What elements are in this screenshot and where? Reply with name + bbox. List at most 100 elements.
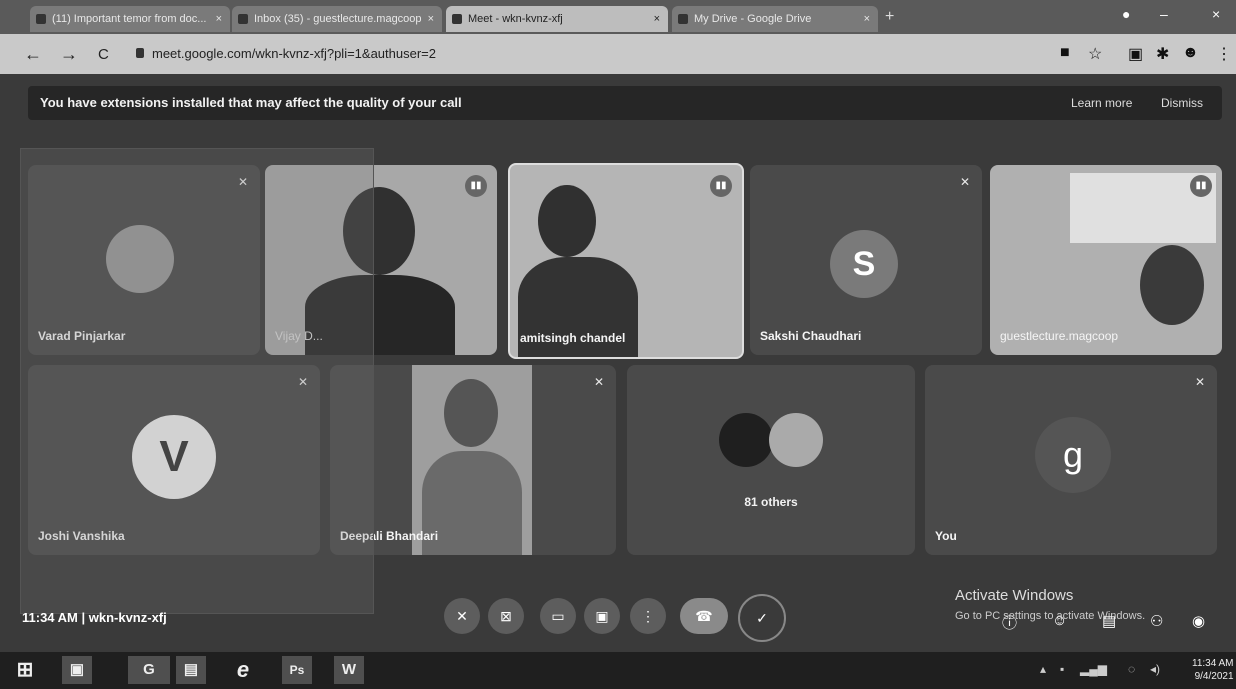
captions-icon: ▭ <box>551 608 565 624</box>
tab-label: Inbox (35) - guestlecture.magcoop <box>254 13 422 25</box>
camera-icon[interactable]: ■ <box>1060 44 1070 62</box>
menu-icon[interactable]: ⋮ <box>1216 44 1232 64</box>
address-bar-row: ← → C meet.google.com/wkn-kvnz-xfj?pli=1… <box>0 34 1236 74</box>
meet-icon <box>452 14 462 24</box>
minimize-icon[interactable]: – <box>1160 6 1168 22</box>
participant-head <box>444 379 498 447</box>
participant-name: amitsingh chandel <box>520 331 626 345</box>
meeting-details: 11:34 AM | wkn-kvnz-xfj <box>22 610 167 625</box>
chrome-icon[interactable]: G <box>128 656 170 684</box>
tab-label: Meet - wkn-kvnz-xfj <box>468 13 563 25</box>
browser-tab-4[interactable]: My Drive - Google Drive × <box>672 6 878 32</box>
avatar <box>719 413 773 467</box>
forward-button[interactable]: → <box>60 44 78 65</box>
word-icon[interactable]: W <box>334 656 364 684</box>
avatar <box>769 413 823 467</box>
participant-tile[interactable]: S ✕ Sakshi Chaudhari <box>750 165 982 355</box>
mic-off-icon: ✕ <box>959 175 970 189</box>
volume-icon[interactable]: ◂) <box>1150 662 1160 676</box>
tray-app-icon[interactable]: ▪ <box>1060 662 1064 676</box>
mic-off-icon: ✕ <box>1194 375 1205 389</box>
participant-tile[interactable]: ▮▮ guestlecture.magcoop <box>990 165 1222 355</box>
avatar: g <box>1035 417 1111 493</box>
puzzle-icon[interactable]: ✱ <box>1156 44 1169 64</box>
profile-dot-icon[interactable]: ● <box>1122 6 1130 22</box>
browser-tab-1[interactable]: (11) Important temor from doc... × <box>30 6 230 32</box>
more-options-button[interactable]: ⋮ <box>630 598 666 634</box>
banner-message: You have extensions installed that may a… <box>40 95 462 110</box>
ie-icon[interactable]: e <box>228 656 258 684</box>
activate-windows-subtitle: Go to PC settings to activate Windows. <box>955 610 1146 622</box>
speaking-indicator-icon: ▮▮ <box>710 175 732 197</box>
phone-hangup-icon: ☎ <box>695 608 713 624</box>
camera-off-icon: ⊠ <box>500 608 512 624</box>
gmail-icon <box>238 14 248 24</box>
overlay-window <box>20 148 374 614</box>
chat-icon[interactable]: ▤ <box>1102 612 1116 630</box>
captions-button[interactable]: ▭ <box>540 598 576 634</box>
close-window-icon[interactable]: × <box>1212 6 1220 22</box>
signal-icon[interactable]: ▂▄▆ <box>1080 662 1107 676</box>
clock-date: 9/4/2021 <box>1194 671 1234 682</box>
participant-name: Sakshi Chaudhari <box>760 329 862 343</box>
browser-tab-bar: (11) Important temor from doc... × Inbox… <box>0 0 1236 34</box>
activate-windows-title: Activate Windows <box>955 587 1074 604</box>
dismiss-button[interactable]: Dismiss <box>1161 96 1203 110</box>
speaking-indicator-icon: ▮▮ <box>465 175 487 197</box>
participant-name: You <box>935 529 957 543</box>
url-field[interactable]: meet.google.com/wkn-kvnz-xfj?pli=1&authu… <box>152 46 436 61</box>
close-icon[interactable]: × <box>654 6 660 32</box>
tab-label: (11) Important temor from doc... <box>52 13 207 25</box>
favicon-icon <box>36 14 46 24</box>
participant-video <box>1140 245 1204 325</box>
reload-button[interactable]: C <box>98 46 109 63</box>
present-button[interactable]: ▣ <box>584 598 620 634</box>
new-tab-button[interactable]: + <box>885 8 894 26</box>
participant-tile-active-speaker[interactable]: ▮▮ amitsingh chandel <box>508 163 744 359</box>
info-icon[interactable]: ⓘ <box>1002 612 1017 633</box>
self-tile[interactable]: g ✕ You <box>925 365 1217 555</box>
extension-warning-banner: You have extensions installed that may a… <box>28 86 1222 120</box>
tray-icon[interactable]: ◌ <box>1128 662 1135 676</box>
browser-tab-meet[interactable]: Meet - wkn-kvnz-xfj × <box>446 6 668 32</box>
raise-hand-button[interactable]: ✓ <box>738 594 786 642</box>
participant-video <box>412 365 532 555</box>
activities-icon[interactable]: ⚇ <box>1150 612 1163 630</box>
close-icon[interactable]: × <box>864 6 870 32</box>
present-icon: ▣ <box>595 608 609 624</box>
mic-off-icon: ✕ <box>456 608 468 624</box>
people-icon[interactable]: ☺ <box>1052 612 1067 629</box>
extension-icon[interactable]: ▣ <box>1128 44 1143 64</box>
close-icon[interactable]: × <box>428 6 434 32</box>
others-tile[interactable]: 81 others <box>627 365 915 555</box>
camera-toggle-button[interactable]: ⊠ <box>488 598 524 634</box>
browser-tab-2[interactable]: Inbox (35) - guestlecture.magcoop × <box>232 6 442 32</box>
avatar[interactable]: ☻ <box>1182 44 1199 62</box>
store-icon[interactable]: ▣ <box>62 656 92 684</box>
photoshop-icon[interactable]: Ps <box>282 656 312 684</box>
leave-call-button[interactable]: ☎ <box>680 598 728 634</box>
tab-label: My Drive - Google Drive <box>694 13 812 25</box>
drive-icon <box>678 14 688 24</box>
mic-off-icon: ✕ <box>593 375 604 389</box>
system-clock[interactable]: 11:34 AM 9/4/2021 <box>1192 657 1234 683</box>
tray-network-icon[interactable]: ▴ <box>1040 662 1046 676</box>
learn-more-link[interactable]: Learn more <box>1071 96 1132 110</box>
participant-video <box>538 185 596 257</box>
file-explorer-icon[interactable]: ▤ <box>176 656 206 684</box>
avatar: S <box>830 230 898 298</box>
more-icon: ⋮ <box>641 608 655 624</box>
back-button[interactable]: ← <box>24 44 42 65</box>
clock-time: 11:34 AM <box>1192 658 1234 669</box>
start-icon[interactable]: ⊞ <box>10 656 40 684</box>
lock-icon[interactable] <box>136 48 144 58</box>
check-icon: ✓ <box>756 610 768 626</box>
close-icon[interactable]: × <box>216 6 222 32</box>
host-controls-icon[interactable]: ◉ <box>1192 612 1205 630</box>
star-icon[interactable]: ☆ <box>1088 44 1102 64</box>
windows-taskbar: ⊞ ▣ G ▤ e Ps W ▴ ▪ ▂▄▆ ◌ ◂) 11:34 AM 9/4… <box>0 652 1236 689</box>
mic-toggle-button[interactable]: ✕ <box>444 598 480 634</box>
participant-name: guestlecture.magcoop <box>1000 329 1119 343</box>
speaking-indicator-icon: ▮▮ <box>1190 175 1212 197</box>
others-count: 81 others <box>744 495 798 509</box>
